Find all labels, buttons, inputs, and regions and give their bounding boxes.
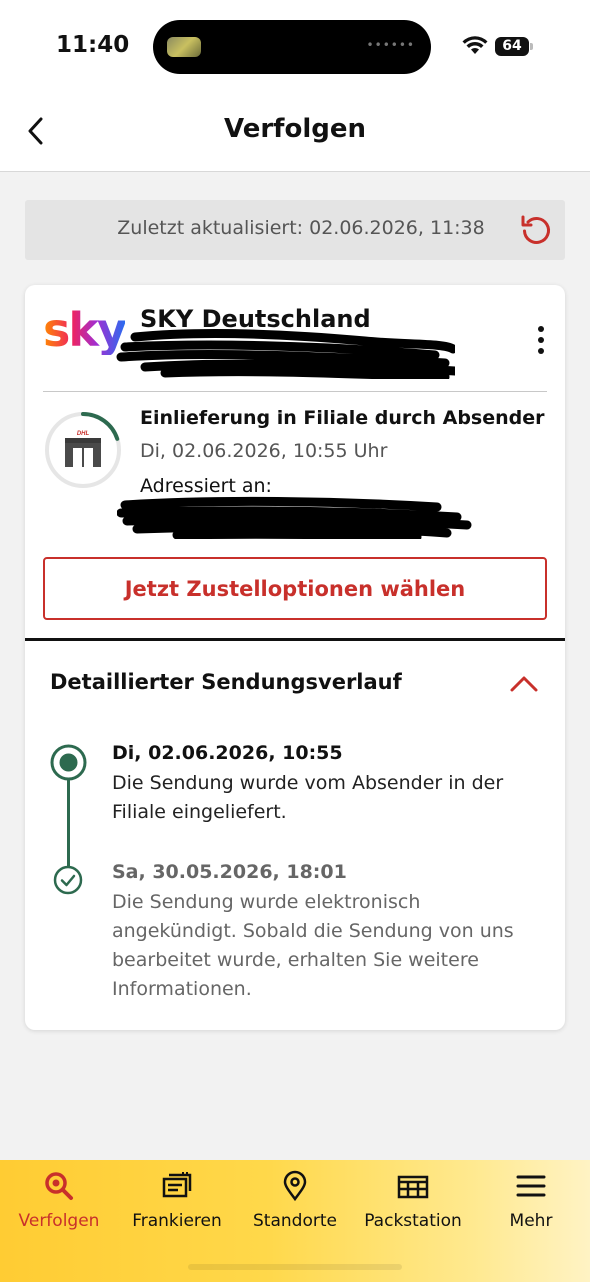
timeline-check-icon <box>53 865 83 895</box>
nav-item-frankieren[interactable]: Frankieren <box>118 1160 236 1250</box>
dynamic-island: •••••• <box>153 20 431 74</box>
section-divider <box>25 638 565 641</box>
shipment-status-date: Di, 02.06.2026, 10:55 Uhr <box>140 440 388 462</box>
battery-tip <box>530 43 533 50</box>
shipment-progress-ring: DHL <box>45 412 121 488</box>
collapse-history-button[interactable] <box>507 667 541 701</box>
last-updated-bar: Zuletzt aktualisiert: 02.06.2026, 11:38 <box>25 200 565 260</box>
home-indicator <box>188 1264 402 1270</box>
nav-label: Standorte <box>253 1211 337 1231</box>
more-options-button[interactable] <box>531 323 551 357</box>
location-pin-icon <box>283 1170 307 1202</box>
delivery-options-button[interactable]: Jetzt Zustelloptionen wählen <box>43 557 547 620</box>
card-divider <box>43 391 547 392</box>
status-bar: 11:40 •••••• 64 <box>0 0 590 92</box>
dot <box>538 337 544 343</box>
last-updated-text: Zuletzt aktualisiert: 02.06.2026, 11:38 <box>117 217 485 239</box>
svg-text:DHL: DHL <box>77 431 90 437</box>
event-date: Di, 02.06.2026, 10:55 <box>112 742 343 764</box>
nav-label: Frankieren <box>132 1211 222 1231</box>
nav-label: Mehr <box>509 1211 553 1231</box>
refresh-button[interactable] <box>519 213 553 247</box>
nav-label: Verfolgen <box>18 1211 100 1231</box>
addressed-to-label: Adressiert an: <box>140 475 272 497</box>
page-title: Verfolgen <box>224 114 366 144</box>
history-section-title: Detaillierter Sendungsverlauf <box>50 670 402 694</box>
sender-logo: sky <box>43 303 127 357</box>
stamp-icon <box>162 1172 192 1198</box>
menu-icon <box>516 1175 546 1197</box>
now-playing-thumbnail <box>167 37 201 57</box>
redaction-scribble <box>116 329 455 379</box>
nav-item-verfolgen[interactable]: Verfolgen <box>0 1160 118 1250</box>
dot <box>538 326 544 332</box>
event-description: Die Sendung wurde vom Absender in der Fi… <box>112 772 504 823</box>
nav-label: Packstation <box>364 1211 462 1231</box>
timeline-current-icon <box>50 744 87 781</box>
nav-item-packstation[interactable]: Packstation <box>354 1160 472 1250</box>
nav-item-mehr[interactable]: Mehr <box>472 1160 590 1250</box>
chevron-up-icon <box>510 676 538 692</box>
dot <box>538 348 544 354</box>
shipment-status-title: Einlieferung in Filiale durch Absender <box>140 407 545 429</box>
redaction-scribble <box>117 496 472 539</box>
wifi-icon <box>462 36 488 54</box>
packstation-icon <box>397 1175 429 1199</box>
app-header: Verfolgen <box>0 92 590 172</box>
status-time: 11:40 <box>56 32 130 58</box>
search-icon <box>45 1172 73 1200</box>
shipment-card: sky SKY Deutschland DHL Einlieferung in … <box>25 285 565 1030</box>
refresh-icon <box>521 215 550 244</box>
battery-indicator: 64 <box>495 37 529 56</box>
audio-wave-icon: •••••• <box>366 38 415 52</box>
event-description: Die Sendung wurde elektronisch angekündi… <box>112 891 514 1000</box>
nav-item-standorte[interactable]: Standorte <box>236 1160 354 1250</box>
event-date: Sa, 30.05.2026, 18:01 <box>112 861 347 883</box>
